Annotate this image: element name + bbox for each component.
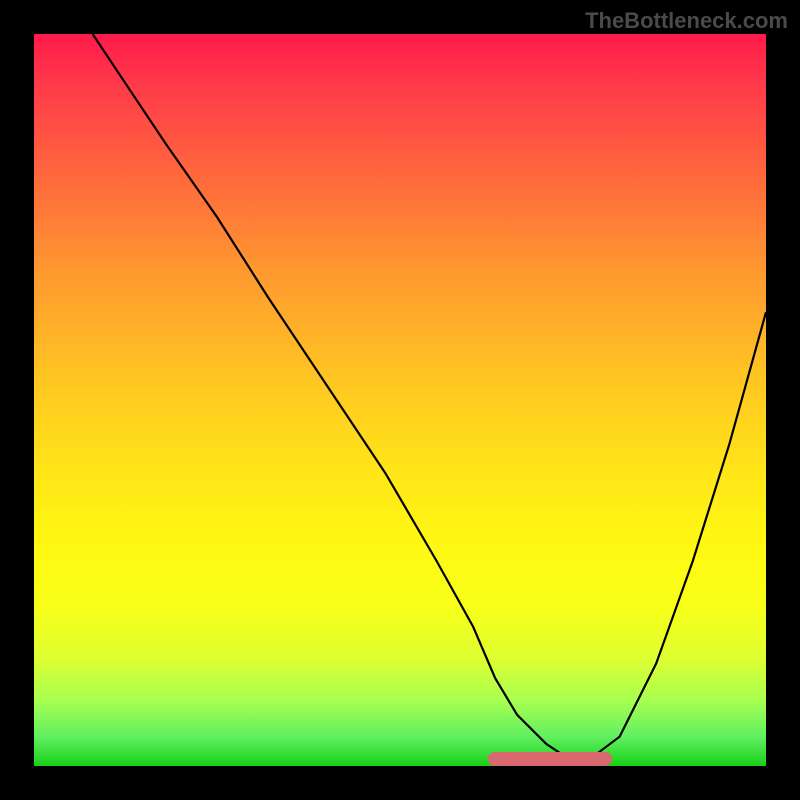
plot-area bbox=[34, 34, 766, 766]
optimal-marker-right-icon bbox=[598, 752, 612, 766]
optimal-range-marker bbox=[493, 752, 607, 766]
watermark-text: TheBottleneck.com bbox=[585, 8, 788, 34]
optimal-marker-left-icon bbox=[488, 752, 502, 766]
bottleneck-curve bbox=[34, 34, 766, 766]
